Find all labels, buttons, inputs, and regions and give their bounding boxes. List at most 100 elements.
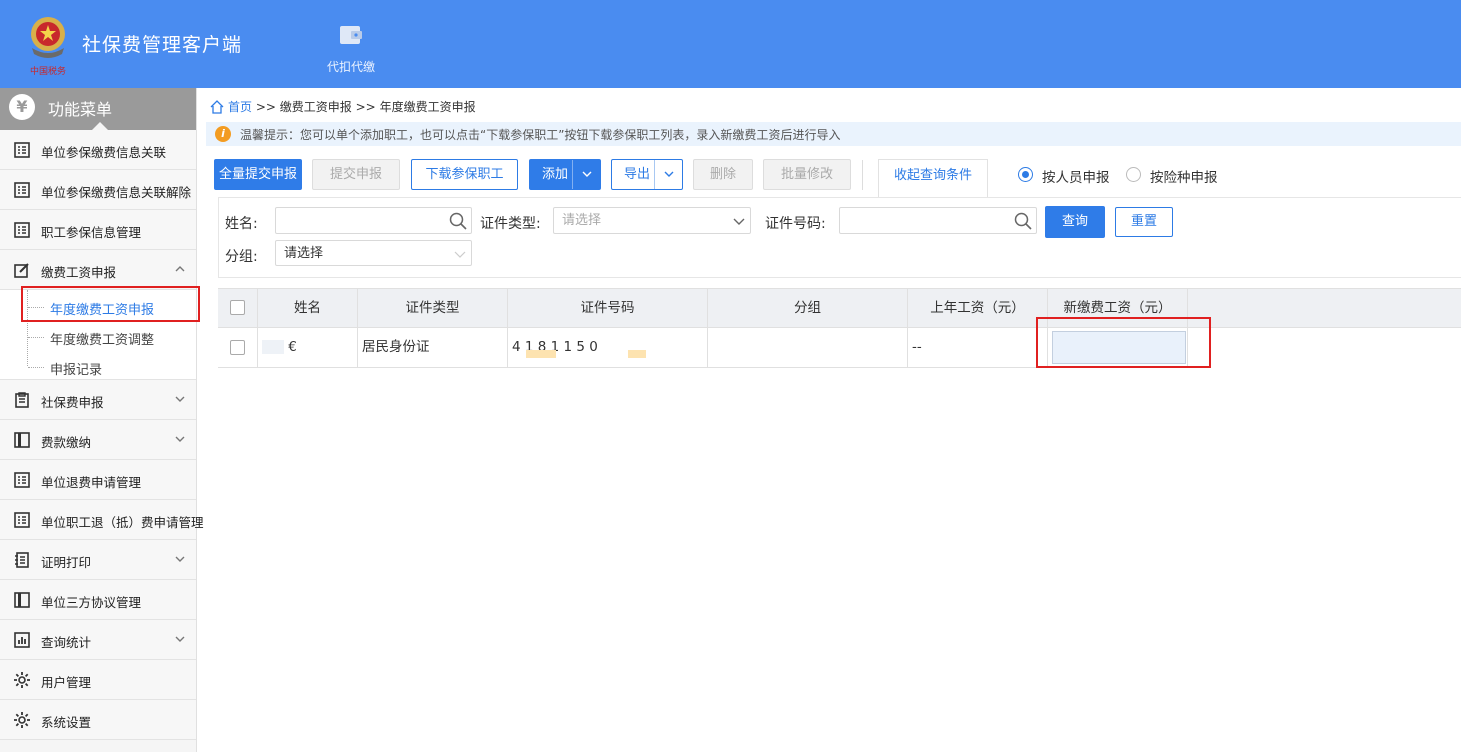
- header-checkbox-cell: [218, 289, 258, 328]
- radio-by-insurance-type[interactable]: 按险种申报: [1126, 166, 1226, 186]
- download-employees-button[interactable]: 下载参保职工: [411, 159, 518, 190]
- group-select[interactable]: 请选择: [275, 240, 472, 266]
- sidebar-item-fee-payment[interactable]: 费款缴纳: [0, 420, 196, 460]
- svg-text:中国税务: 中国税务: [30, 65, 66, 77]
- row-checkbox[interactable]: [230, 340, 245, 355]
- row-checkbox-cell: [218, 328, 258, 367]
- gear-icon: [14, 672, 30, 688]
- column-header-group[interactable]: 分组: [708, 289, 908, 328]
- sidebar-header: ¥ 功能菜单: [0, 88, 196, 130]
- submit-button[interactable]: 提交申报: [312, 159, 400, 190]
- sidebar-item-unit-link[interactable]: 单位参保缴费信息关联: [0, 130, 196, 170]
- list-icon: [14, 472, 30, 488]
- sidebar-item-label: 单位参保缴费信息关联: [41, 145, 167, 160]
- toolbar-divider: [862, 160, 863, 190]
- id-number-input[interactable]: [839, 207, 1037, 234]
- breadcrumb-home-link[interactable]: 首页: [228, 100, 252, 114]
- reset-button[interactable]: 重置: [1115, 207, 1173, 237]
- delete-button[interactable]: 删除: [693, 159, 753, 190]
- query-button[interactable]: 查询: [1045, 206, 1105, 238]
- sidebar-subitem-annual-salary-adjustment[interactable]: 年度缴费工资调整: [24, 323, 194, 351]
- search-icon[interactable]: [1014, 212, 1032, 230]
- table-header: 姓名 证件类型 证件号码 分组 上年工资（元） 新缴费工资（元）: [218, 288, 1461, 328]
- sidebar-item-label: 费款缴纳: [41, 435, 92, 450]
- redaction-block: [262, 340, 284, 354]
- breadcrumb-separator: >>: [255, 100, 276, 114]
- radio-unchecked: [1126, 167, 1141, 182]
- add-dropdown-toggle[interactable]: [572, 160, 600, 189]
- sidebar-item-employee-refund[interactable]: 单位职工退（抵）费申请管理: [0, 500, 204, 540]
- wallet-icon: [340, 26, 362, 44]
- sidebar-item-query-statistics[interactable]: 查询统计: [0, 620, 196, 660]
- sidebar-item-label: 查询统计: [41, 635, 92, 650]
- breadcrumb-level1[interactable]: 缴费工资申报: [280, 100, 352, 114]
- radio-checked: [1018, 167, 1033, 182]
- sidebar-subitem-label: 年度缴费工资申报: [50, 303, 155, 318]
- book-icon: [14, 592, 30, 608]
- tax-emblem-logo: 中国税务: [30, 17, 66, 77]
- name-input[interactable]: [275, 207, 472, 234]
- column-header-last-year-salary[interactable]: 上年工资（元）: [908, 289, 1048, 328]
- batch-edit-button[interactable]: 批量修改: [763, 159, 851, 190]
- home-icon: [210, 100, 224, 114]
- sidebar-item-label: 单位参保缴费信息关联解除: [41, 185, 192, 200]
- chevron-down-icon: [454, 251, 466, 258]
- chevron-down-icon: [175, 556, 185, 562]
- export-button-label: 导出: [624, 167, 651, 182]
- name-label: 姓名:: [225, 216, 258, 232]
- tip-text: 温馨提示：您可以单个添加职工，也可以点击“下载参保职工”按钮下载参保职工列表，录…: [240, 128, 841, 142]
- sidebar-item-employee-info[interactable]: 职工参保信息管理: [0, 210, 196, 250]
- sidebar-subitem-label: 年度缴费工资调整: [50, 333, 155, 348]
- submit-all-button[interactable]: 全量提交申报: [214, 159, 302, 190]
- edit-icon: [14, 263, 29, 278]
- radio-label: 按人员申报: [1042, 170, 1110, 186]
- sidebar-item-label: 职工参保信息管理: [41, 225, 142, 240]
- sidebar-item-label: 社保费申报: [41, 395, 104, 410]
- sidebar-item-social-fee-declaration[interactable]: 社保费申报: [0, 380, 196, 420]
- sidebar-item-user-management[interactable]: 用户管理: [0, 660, 196, 700]
- nav-label: 代扣代缴: [326, 60, 375, 74]
- chart-icon: [14, 632, 30, 648]
- select-all-checkbox[interactable]: [230, 300, 245, 315]
- column-header-new-salary[interactable]: 新缴费工资（元）: [1048, 289, 1188, 328]
- column-header-name[interactable]: 姓名: [258, 289, 358, 328]
- add-button-label: 添加: [542, 167, 569, 182]
- list-icon: [14, 222, 30, 238]
- app-header: 中国税务 社保费管理客户端 代扣代缴: [0, 0, 1461, 88]
- id-number-label: 证件号码:: [765, 216, 826, 232]
- nav-withholding[interactable]: 代扣代缴: [318, 22, 384, 75]
- sidebar-item-label: 单位职工退（抵）费申请管理: [41, 515, 204, 530]
- sidebar-item-unit-unlink[interactable]: 单位参保缴费信息关联解除: [0, 170, 196, 210]
- breadcrumb-separator: >>: [355, 100, 376, 114]
- cell-name: €: [258, 328, 358, 367]
- app-title: 社保费管理客户端: [82, 34, 243, 56]
- sidebar-item-salary-declaration[interactable]: 缴费工资申报: [0, 250, 196, 290]
- collapse-filter-tab[interactable]: 收起查询条件: [878, 159, 988, 197]
- add-button[interactable]: 添加: [529, 159, 601, 190]
- new-salary-input[interactable]: [1052, 331, 1186, 364]
- yen-icon: ¥: [9, 94, 35, 120]
- sidebar-item-system-settings[interactable]: 系统设置: [0, 700, 196, 740]
- sidebar-subitem-declaration-records[interactable]: 申报记录: [24, 353, 194, 381]
- search-icon[interactable]: [449, 212, 467, 230]
- redaction-block: [526, 350, 556, 358]
- book-icon: [14, 432, 30, 448]
- sidebar-title: 功能菜单: [48, 100, 113, 119]
- chevron-down-icon: [175, 636, 185, 642]
- export-button[interactable]: 导出: [611, 159, 683, 190]
- sidebar-item-tripartite-agreement[interactable]: 单位三方协议管理: [0, 580, 196, 620]
- id-type-select[interactable]: 请选择: [553, 207, 751, 234]
- radio-by-person[interactable]: 按人员申报: [1018, 166, 1118, 186]
- sidebar-item-label: 缴费工资申报: [41, 265, 117, 280]
- sidebar-item-label: 证明打印: [41, 555, 92, 570]
- cell-last-year-salary: --: [908, 328, 1048, 367]
- column-header-id-number[interactable]: 证件号码: [508, 289, 708, 328]
- sidebar-item-certificate-print[interactable]: 证明打印: [0, 540, 196, 580]
- export-dropdown-toggle[interactable]: [654, 160, 682, 189]
- chevron-down-icon: [733, 218, 745, 225]
- sidebar-subitem-annual-salary-declaration[interactable]: 年度缴费工资申报: [24, 293, 194, 321]
- cell-group: [708, 328, 908, 367]
- chevron-down-icon: [582, 171, 592, 177]
- column-header-id-type[interactable]: 证件类型: [358, 289, 508, 328]
- sidebar-item-unit-refund[interactable]: 单位退费申请管理: [0, 460, 196, 500]
